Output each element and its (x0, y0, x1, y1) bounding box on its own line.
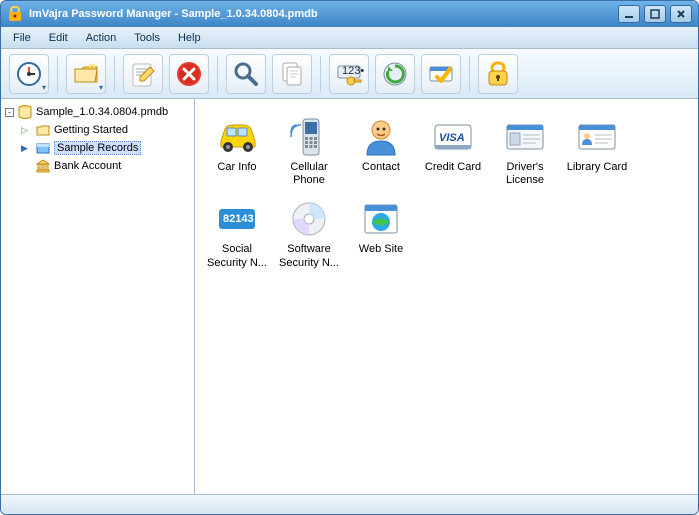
item-cellular-phone[interactable]: Cellular Phone (273, 113, 345, 189)
toolbar-validate-button[interactable] (421, 54, 461, 94)
folder-open-icon (35, 140, 51, 156)
content-area: - Sample_1.0.34.0804.pmdb ▷ Getting Star… (1, 99, 698, 494)
svg-text:123•: 123• (342, 65, 364, 77)
item-label: Social Security N... (203, 243, 271, 269)
credit-card-icon: VISA (429, 115, 477, 159)
item-label: Driver's License (491, 161, 559, 187)
app-window: ImVajra Password Manager - Sample_1.0.34… (0, 0, 699, 515)
ssn-icon: 82143 (213, 197, 261, 241)
item-credit-card[interactable]: VISA Credit Card (417, 113, 489, 189)
item-software-security[interactable]: Software Security N... (273, 195, 345, 271)
item-label: Car Info (217, 161, 256, 174)
item-label: Credit Card (425, 161, 481, 174)
item-contact[interactable]: Contact (345, 113, 417, 189)
item-social-security[interactable]: 82143 Social Security N... (201, 195, 273, 271)
tree-root[interactable]: - Sample_1.0.34.0804.pmdb (3, 103, 192, 121)
database-icon (17, 104, 33, 120)
item-web-site[interactable]: Web Site (345, 195, 417, 271)
tree-label: Sample_1.0.34.0804.pmdb (36, 106, 168, 118)
tree-view[interactable]: - Sample_1.0.34.0804.pmdb ▷ Getting Star… (1, 99, 195, 494)
folder-icon (35, 122, 51, 138)
titlebar: ImVajra Password Manager - Sample_1.0.34… (1, 1, 698, 27)
close-button[interactable] (670, 5, 692, 23)
web-icon (357, 197, 405, 241)
toolbar-copy-button[interactable] (272, 54, 312, 94)
item-car-info[interactable]: Car Info (201, 113, 273, 189)
toolbar: 123• (1, 49, 698, 99)
menu-action[interactable]: Action (78, 29, 125, 47)
item-label: Contact (362, 161, 400, 174)
menubar: File Edit Action Tools Help (1, 27, 698, 49)
toolbar-separator (469, 56, 470, 92)
toolbar-refresh-button[interactable] (375, 54, 415, 94)
tree-label: Sample Records (54, 141, 141, 155)
toolbar-separator (114, 56, 115, 92)
list-view[interactable]: Car Info Cellular Phone Contact VISA Cre… (195, 99, 698, 494)
tree-item-bank-account[interactable]: Bank Account (3, 157, 192, 175)
expander-icon[interactable]: ▷ (21, 125, 32, 136)
phone-icon (285, 115, 333, 159)
bank-icon (35, 158, 51, 174)
window-controls (618, 5, 692, 23)
car-icon (213, 115, 261, 159)
license-icon (501, 115, 549, 159)
svg-text:82143: 82143 (223, 213, 254, 225)
item-label: Library Card (567, 161, 628, 174)
menu-help[interactable]: Help (170, 29, 209, 47)
maximize-button[interactable] (644, 5, 666, 23)
toolbar-lock-button[interactable] (478, 54, 518, 94)
disc-icon (285, 197, 333, 241)
toolbar-clock-button[interactable] (9, 54, 49, 94)
contact-icon (357, 115, 405, 159)
window-title: ImVajra Password Manager - Sample_1.0.34… (29, 8, 618, 20)
expander-icon[interactable]: ▶ (21, 143, 32, 154)
minimize-button[interactable] (618, 5, 640, 23)
toolbar-folder-button[interactable] (66, 54, 106, 94)
tree-item-getting-started[interactable]: ▷ Getting Started (3, 121, 192, 139)
item-grid: Car Info Cellular Phone Contact VISA Cre… (201, 113, 692, 272)
toolbar-password-button[interactable]: 123• (329, 54, 369, 94)
app-icon (7, 6, 23, 22)
tree-label: Getting Started (54, 124, 128, 136)
toolbar-delete-button[interactable] (169, 54, 209, 94)
item-label: Web Site (359, 243, 403, 256)
toolbar-search-button[interactable] (226, 54, 266, 94)
item-label: Cellular Phone (275, 161, 343, 187)
toolbar-separator (320, 56, 321, 92)
toolbar-edit-button[interactable] (123, 54, 163, 94)
tree-item-sample-records[interactable]: ▶ Sample Records (3, 139, 192, 157)
tree-label: Bank Account (54, 160, 121, 172)
item-label: Software Security N... (275, 243, 343, 269)
item-drivers-license[interactable]: Driver's License (489, 113, 561, 189)
statusbar (1, 494, 698, 514)
toolbar-separator (217, 56, 218, 92)
toolbar-separator (57, 56, 58, 92)
library-card-icon (573, 115, 621, 159)
menu-edit[interactable]: Edit (41, 29, 76, 47)
svg-text:VISA: VISA (439, 132, 465, 144)
menu-tools[interactable]: Tools (126, 29, 168, 47)
item-library-card[interactable]: Library Card (561, 113, 633, 189)
menu-file[interactable]: File (5, 29, 39, 47)
expander-icon[interactable]: - (5, 108, 14, 117)
